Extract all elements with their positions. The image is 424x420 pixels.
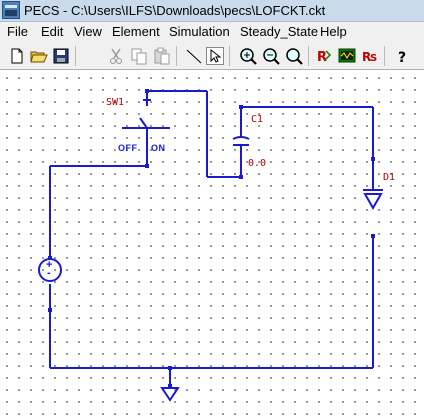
zoom-out-icon[interactable]	[262, 47, 280, 65]
copy-icon[interactable]	[130, 47, 148, 65]
ground-icon[interactable]	[160, 385, 180, 403]
select-arrow-icon[interactable]	[206, 47, 224, 65]
menu-element[interactable]: Element	[112, 24, 160, 39]
zoom-in-icon[interactable]	[239, 47, 257, 65]
menu-edit[interactable]: Edit	[41, 24, 63, 39]
app-icon	[2, 1, 20, 19]
toolbar: R RS ?	[0, 42, 424, 70]
cut-icon[interactable]	[107, 47, 125, 65]
capacitor-label: C1	[251, 114, 264, 125]
svg-text:?: ?	[398, 50, 406, 65]
switch-off-label[interactable]: OFF	[118, 143, 138, 153]
steady-state-icon[interactable]: RS	[361, 47, 379, 65]
help-icon[interactable]: ?	[393, 47, 411, 66]
waveform-display-icon[interactable]	[338, 47, 356, 65]
menu-bar: File Edit View Element Simulation Steady…	[0, 22, 424, 42]
capacitor-value: 0.0	[248, 158, 267, 169]
save-disk-icon[interactable]	[52, 47, 70, 65]
source-minus: -	[47, 267, 51, 279]
switch-sw1[interactable]	[120, 94, 172, 132]
switch-on-label[interactable]: ON	[151, 143, 166, 153]
window-title: PECS - C:\Users\ILFS\Downloads\pecs\LOFC…	[24, 3, 326, 18]
paste-icon[interactable]	[153, 47, 171, 65]
wire-line-icon[interactable]	[185, 47, 203, 65]
menu-steady-state[interactable]: Steady_State	[240, 24, 318, 39]
zoom-fit-icon[interactable]	[285, 47, 303, 65]
new-file-icon[interactable]	[8, 47, 26, 65]
capacitor-c1[interactable]	[231, 130, 251, 148]
run-simulation-icon[interactable]: R	[315, 47, 333, 65]
title-bar: PECS - C:\Users\ILFS\Downloads\pecs\LOFC…	[0, 0, 424, 22]
circuit-wires	[38, 89, 383, 402]
menu-file[interactable]: File	[7, 24, 28, 39]
schematic-canvas[interactable]: SW1 OFF ON C1 0.0 D1 + -	[0, 70, 424, 420]
svg-text:R: R	[317, 50, 327, 65]
open-folder-icon[interactable]	[30, 47, 48, 65]
svg-text:S: S	[370, 53, 377, 64]
diode-d1[interactable]	[362, 185, 384, 210]
menu-help[interactable]: Help	[320, 24, 347, 39]
menu-simulation[interactable]: Simulation	[169, 24, 230, 39]
voltage-source[interactable]: + -	[40, 259, 60, 280]
menu-view[interactable]: View	[74, 24, 102, 39]
diode-label: D1	[383, 172, 396, 183]
